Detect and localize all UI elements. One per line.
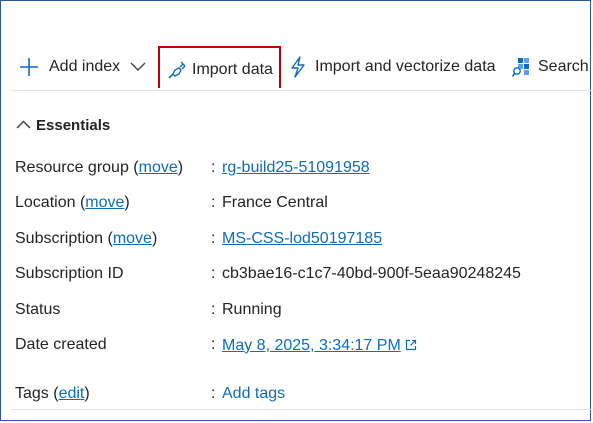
subscription-id-value: cb3bae16-c1c7-40bd-900f-5eaa90248245: [222, 265, 521, 282]
resource-group-value-link[interactable]: rg-build25-51091958: [222, 159, 370, 177]
date-created-row: Date created : May 8, 2025, 3:34:17 PM: [15, 336, 417, 355]
add-tags-link[interactable]: Add tags: [222, 385, 285, 403]
subscription-value-link[interactable]: MS-CSS-lod50197185: [222, 230, 382, 248]
tags-label: Tags: [15, 385, 49, 402]
import-data-label: Import data: [192, 61, 273, 78]
external-link-icon[interactable]: [405, 338, 417, 356]
separator: :: [211, 159, 216, 176]
date-created-link[interactable]: May 8, 2025, 3:34:17 PM: [222, 337, 401, 354]
subscription-label: Subscription: [15, 230, 104, 247]
import-data-button[interactable]: Import data: [158, 46, 281, 88]
paren-close: ): [177, 159, 184, 176]
resource-group-label: Resource group: [15, 159, 129, 176]
search-explorer-icon: [512, 56, 532, 78]
tags-edit-link[interactable]: edit: [59, 385, 85, 402]
subscription-label-wrap: Subscription (move): [15, 230, 211, 248]
paren-close: ): [151, 230, 158, 247]
subscription-row: Subscription (move) : MS-CSS-lod50197185: [15, 230, 382, 248]
separator: :: [211, 301, 216, 318]
plug-icon: [166, 59, 188, 81]
toolbar-divider: [11, 90, 593, 91]
tags-label-wrap: Tags (edit): [15, 385, 211, 403]
location-value: France Central: [222, 194, 328, 211]
subscription-id-label: Subscription ID: [15, 265, 124, 282]
resource-group-row: Resource group (move) : rg-build25-51091…: [15, 159, 370, 177]
status-label: Status: [15, 301, 61, 318]
date-created-label: Date created: [15, 336, 107, 353]
import-vectorize-label: Import and vectorize data: [315, 58, 496, 75]
essentials-bottom-divider: [11, 409, 593, 410]
add-index-button[interactable]: Add index: [12, 48, 146, 86]
import-vectorize-button[interactable]: Import and vectorize data: [289, 48, 496, 86]
separator: :: [211, 230, 216, 247]
location-move-link[interactable]: move: [85, 194, 124, 211]
separator: :: [211, 265, 216, 282]
location-row: Location (move) : France Central: [15, 194, 328, 212]
separator: :: [211, 385, 216, 402]
resource-group-move-link[interactable]: move: [139, 159, 178, 176]
search-explorer-label: Search explorer: [538, 58, 593, 75]
essentials-title: Essentials: [36, 117, 111, 134]
separator: :: [211, 194, 216, 211]
add-index-label: Add index: [49, 58, 121, 75]
chevron-up-icon: [16, 117, 31, 134]
command-bar: Add index Import data Import and vectori…: [12, 46, 593, 88]
tags-row: Tags (edit) : Add tags: [15, 385, 285, 403]
resource-group-label-wrap: Resource group (move): [15, 159, 211, 177]
plus-icon: [19, 57, 39, 77]
separator: :: [211, 336, 216, 353]
status-row: Status : Running: [15, 301, 282, 319]
paren-close: ): [84, 385, 90, 402]
location-label: Location: [15, 194, 76, 211]
date-created-wrap: May 8, 2025, 3:34:17 PM: [222, 337, 417, 356]
paren-close: ): [124, 194, 130, 211]
subscription-move-link[interactable]: move: [113, 230, 152, 247]
location-label-wrap: Location (move): [15, 194, 211, 212]
status-value: Running: [222, 301, 282, 318]
lightning-icon: [289, 56, 307, 78]
search-explorer-button[interactable]: Search explorer: [512, 48, 593, 86]
subscription-id-row: Subscription ID : cb3bae16-c1c7-40bd-900…: [15, 265, 521, 283]
chevron-down-icon[interactable]: [130, 62, 146, 72]
essentials-toggle[interactable]: Essentials: [16, 117, 110, 134]
